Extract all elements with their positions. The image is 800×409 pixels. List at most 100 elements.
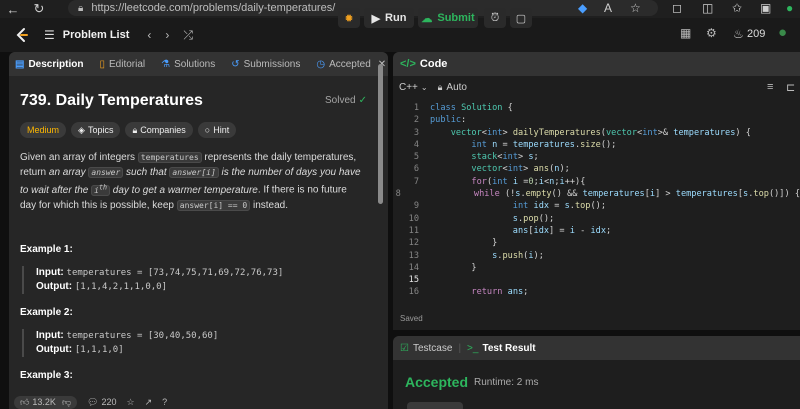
line-number: 6 <box>413 164 419 175</box>
comments-count: 220 <box>101 397 117 407</box>
bookmark-icon[interactable]: ⊏ <box>786 81 795 94</box>
chevron-down-icon[interactable]: ⌄ <box>421 83 428 92</box>
lock-icon: 🔒︎ <box>132 124 138 135</box>
clock-icon: ◷ <box>316 58 326 70</box>
line-number: 7 <box>413 176 419 187</box>
topics-label: Topics <box>87 125 114 135</box>
output-value: [1,1,1,0] <box>74 345 124 355</box>
tab-submissions[interactable]: ↺ Submissions <box>231 59 300 70</box>
autosave-label[interactable]: Auto <box>446 82 467 93</box>
case-button[interactable] <box>407 402 463 409</box>
timer-button[interactable]: ⏰︎ <box>484 8 506 28</box>
result-status: Accepted <box>405 374 469 390</box>
settings-gear-icon[interactable]: ⚙ <box>706 26 717 40</box>
share-icon[interactable]: ↗ <box>145 397 153 408</box>
address-bar[interactable]: 🔒︎ https://leetcode.com/problems/daily-t… <box>68 0 658 16</box>
extensions-icon[interactable]: ◻ <box>672 1 682 15</box>
streak-flame-icon[interactable]: ♨ <box>733 27 744 41</box>
code-line-current: 15 <box>393 274 800 286</box>
bug-icon: ✹ <box>344 12 354 25</box>
comments-button[interactable]: 💬︎ 220 <box>87 397 116 408</box>
description-scrollbar[interactable] <box>378 64 383 204</box>
run-button[interactable]: ▶ Run <box>364 8 414 28</box>
topics-chip[interactable]: ◈ Topics <box>71 122 121 138</box>
split-screen-icon[interactable]: ◫ <box>702 1 713 15</box>
language-selector[interactable]: C++ <box>399 82 418 93</box>
help-icon[interactable]: ? <box>162 397 167 407</box>
back-icon[interactable]: ← <box>0 0 26 18</box>
code-line: 9 int idx = s.top(); <box>393 200 800 212</box>
line-number: 5 <box>413 152 419 163</box>
debug-button[interactable]: ✹ <box>338 8 360 28</box>
problem-list-icon[interactable]: ☰ <box>44 28 55 42</box>
tab-description[interactable]: ▤ Description <box>15 59 83 70</box>
example-1-box: Input: temperatures = [73,74,75,71,69,72… <box>22 266 352 294</box>
prev-problem-icon[interactable]: ‹ <box>147 28 151 42</box>
line-number: 2 <box>413 115 419 126</box>
lightbulb-icon: ○ <box>204 125 211 135</box>
notes-button[interactable]: ▢ <box>510 8 532 28</box>
desc-text: instead. <box>250 199 288 211</box>
code-line: 2 public: <box>393 114 800 126</box>
tab-solutions[interactable]: ⚗ Solutions <box>161 59 215 70</box>
layout-grid-icon[interactable]: ▦ <box>680 26 691 40</box>
favorites-icon[interactable]: ✩ <box>732 1 742 15</box>
problem-title[interactable]: 739. Daily Temperatures <box>20 92 203 110</box>
editor-toolbar: C++ ⌄ 🔒︎ Auto <box>393 76 800 98</box>
tab-divider: | <box>458 342 462 354</box>
code-line: 3 vector<int> dailyTemperatures(vector<i… <box>393 127 800 139</box>
upload-cloud-icon: ☁ <box>421 12 433 25</box>
problem-list-link[interactable]: Problem List <box>63 29 130 41</box>
read-aloud-icon[interactable]: A <box>604 1 612 15</box>
browser-profile-icon[interactable]: ● <box>786 1 793 15</box>
hint-chip[interactable]: ○ Hint <box>197 122 237 138</box>
difficulty-badge: Medium <box>20 122 67 138</box>
shuffle-icon[interactable]: ⤮ <box>183 28 193 43</box>
favorite-star-icon[interactable]: ☆ <box>127 397 135 408</box>
example-1-input: Input: temperatures = [73,74,75,71,69,72… <box>36 266 352 280</box>
next-problem-icon[interactable]: › <box>165 28 169 42</box>
submit-button[interactable]: ☁ Submit <box>418 8 478 28</box>
code-tab-label[interactable]: Code <box>420 58 448 70</box>
runtime-text: Runtime: 2 ms <box>474 377 539 388</box>
collections-icon[interactable]: ▣ <box>760 1 771 15</box>
line-number: 1 <box>413 103 419 113</box>
flask-icon: ⚗ <box>161 58 171 70</box>
tab-submissions-label: Submissions <box>243 58 301 70</box>
streak-count[interactable]: 209 <box>747 28 765 40</box>
format-icon[interactable]: ≡ <box>767 81 773 93</box>
tab-editorial[interactable]: ▯ Editorial <box>99 59 145 70</box>
line-number: 3 <box>413 127 419 138</box>
example-2-input: Input: temperatures = [30,40,50,60] <box>36 329 352 343</box>
user-avatar[interactable]: ● <box>778 24 787 41</box>
tab-accepted-label: Accepted <box>329 58 371 70</box>
thumbs-down-icon[interactable]: 👎︎ <box>62 397 71 408</box>
code-editor[interactable]: 1 class Solution { 2 public: 3 vector<int>… <box>393 102 800 299</box>
history-icon: ↺ <box>231 58 240 70</box>
refresh-icon[interactable]: ↻ <box>26 0 52 18</box>
input-label: Input: <box>36 267 64 278</box>
leetcode-logo-icon[interactable] <box>14 27 30 43</box>
tab-solutions-label: Solutions <box>174 58 216 70</box>
example-2-title: Example 2: <box>20 307 73 318</box>
saved-status: Saved <box>400 314 423 323</box>
tab-testcase[interactable]: Testcase <box>413 343 452 354</box>
solved-status: Solved ✓ <box>325 95 367 106</box>
tag-icon: ◈ <box>78 124 85 135</box>
test-tabs: ☑ Testcase | >_ Test Result <box>393 336 800 360</box>
tab-accepted[interactable]: ◷Accepted✕ <box>316 59 386 70</box>
like-button[interactable]: 👍︎ 13.2K 👎︎ <box>14 395 78 409</box>
output-value: [1,1,4,2,1,1,0,0] <box>74 282 167 292</box>
code-line: 13 s.push(i); <box>393 250 800 262</box>
favorite-icon[interactable]: ☆ <box>630 1 641 15</box>
companies-chip[interactable]: 🔒︎ Companies <box>125 122 193 138</box>
input-label: Input: <box>36 330 64 341</box>
code-line: 16 return ans; <box>393 286 800 298</box>
tab-test-result[interactable]: Test Result <box>482 343 535 354</box>
run-label: Run <box>385 12 407 24</box>
code-line: 5 stack<int> s; <box>393 151 800 163</box>
code-line: 1 class Solution { <box>393 102 800 114</box>
code-line: 7 for(int i =0;i<n;i++){ <box>393 176 800 188</box>
alarm-icon: ⏰︎ <box>490 11 500 24</box>
tag-icon[interactable]: ◆ <box>578 1 587 15</box>
